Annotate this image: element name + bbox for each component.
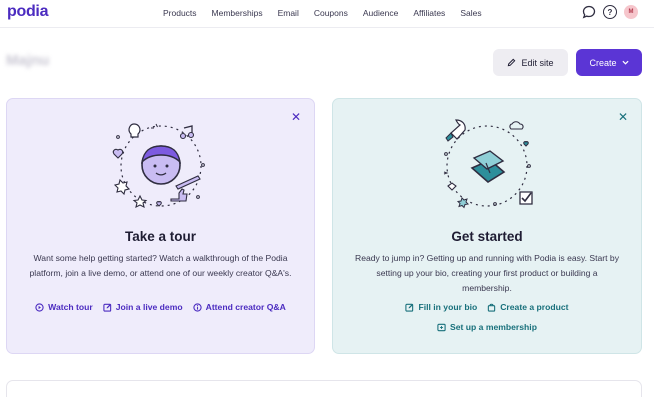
set-up-membership-link[interactable]: Set up a membership bbox=[437, 322, 537, 332]
start-card-body: Ready to jump in? Getting up and running… bbox=[354, 253, 619, 294]
edit-square-icon bbox=[103, 303, 111, 312]
play-circle-icon bbox=[35, 302, 44, 312]
edit-site-button[interactable]: Edit site bbox=[493, 49, 568, 76]
avatar[interactable]: M bbox=[624, 5, 638, 19]
nav-links: Products Memberships Email Coupons Audie… bbox=[163, 8, 497, 18]
info-circle-icon bbox=[192, 302, 202, 312]
nav-link-email[interactable]: Email bbox=[278, 8, 299, 18]
tour-card-title: Take a tour bbox=[124, 229, 197, 244]
nav-link-products[interactable]: Products bbox=[163, 8, 197, 18]
nav-link-audience[interactable]: Audience bbox=[363, 8, 398, 18]
join-live-demo-link[interactable]: Join a live demo bbox=[103, 302, 183, 312]
watch-tour-label: Watch tour bbox=[48, 302, 93, 312]
pencil-icon bbox=[508, 58, 516, 67]
edit-site-label: Edit site bbox=[521, 57, 554, 68]
edit-square-icon bbox=[405, 303, 414, 312]
get-started-card: ✕ Get started Ready to jump in? Getting … bbox=[332, 98, 642, 354]
bottom-card bbox=[6, 380, 642, 397]
watch-tour-link[interactable]: Watch tour bbox=[35, 302, 93, 312]
chat-icon[interactable] bbox=[582, 5, 596, 19]
close-icon[interactable]: ✕ bbox=[291, 111, 301, 123]
help-icon[interactable]: ? bbox=[603, 5, 617, 19]
fill-in-bio-label: Fill in your bio bbox=[418, 302, 478, 312]
create-button[interactable]: Create bbox=[576, 49, 642, 76]
nav-link-affiliates[interactable]: Affiliates bbox=[413, 8, 445, 18]
get-started-illustration bbox=[443, 119, 533, 209]
take-a-tour-card: ✕ Take a tour Want some help getting sta… bbox=[6, 98, 315, 354]
start-links-row-2: Set up a membership bbox=[333, 322, 641, 332]
create-label: Create bbox=[589, 57, 617, 68]
tour-card-body: Want some help getting started? Watch a … bbox=[29, 253, 292, 279]
fill-in-bio-link[interactable]: Fill in your bio bbox=[405, 302, 477, 312]
tour-illustration bbox=[112, 123, 205, 209]
create-product-link[interactable]: Create a product bbox=[487, 302, 569, 312]
top-navigation: podia Products Memberships Email Coupons… bbox=[0, 0, 654, 28]
nav-link-memberships[interactable]: Memberships bbox=[212, 8, 263, 18]
start-links-row-1: Fill in your bio Create a product bbox=[333, 302, 641, 312]
nav-link-sales[interactable]: Sales bbox=[460, 8, 481, 18]
attend-creator-qa-label: Attend creator Q&A bbox=[205, 302, 286, 312]
membership-icon bbox=[437, 323, 446, 331]
set-up-membership-label: Set up a membership bbox=[450, 322, 537, 332]
close-icon[interactable]: ✕ bbox=[618, 111, 628, 123]
start-card-title: Get started bbox=[451, 229, 523, 244]
podia-logo[interactable]: podia bbox=[7, 3, 48, 21]
nav-icons: ? M bbox=[582, 5, 638, 19]
site-name: Majnu bbox=[6, 52, 50, 69]
join-live-demo-label: Join a live demo bbox=[115, 302, 183, 312]
create-product-label: Create a product bbox=[500, 302, 569, 312]
attend-creator-qa-link[interactable]: Attend creator Q&A bbox=[192, 302, 286, 312]
tour-links: Watch tour Join a live demo Attend creat… bbox=[7, 302, 314, 312]
nav-link-coupons[interactable]: Coupons bbox=[314, 8, 348, 18]
shopping-bag-icon bbox=[488, 303, 496, 312]
chevron-down-icon bbox=[621, 60, 629, 65]
